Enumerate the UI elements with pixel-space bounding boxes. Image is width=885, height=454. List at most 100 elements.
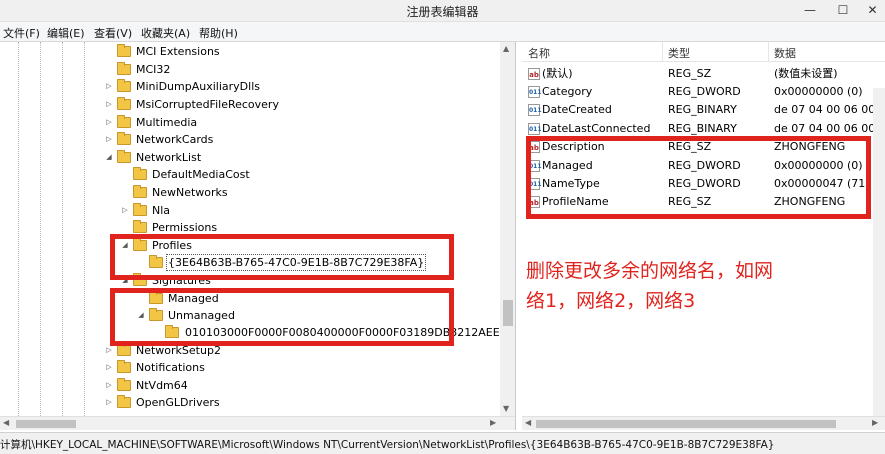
tree-item[interactable]: MCI32 — [0, 61, 500, 78]
value-name: (默认) — [542, 67, 573, 80]
highlight-box-signatures — [110, 288, 454, 346]
menu-view[interactable]: 查看(V) — [94, 25, 132, 41]
binary-value-icon: 011 — [528, 86, 542, 98]
tree-item[interactable]: NewNetworks — [0, 184, 500, 201]
tree-item-label: MCI Extensions — [136, 45, 220, 58]
title-bar: 注册表编辑器 — ☐ ✕ — [0, 0, 885, 22]
tree-item-label: MiniDumpAuxiliaryDlls — [136, 80, 260, 93]
folder-icon — [117, 44, 131, 57]
scroll-left-icon[interactable]: ◀ — [3, 418, 9, 427]
expander-icon[interactable]: ▷ — [104, 96, 114, 113]
folder-icon — [117, 115, 131, 128]
tree-item[interactable]: ▷ OpenGLDrivers — [0, 394, 500, 411]
tree-item[interactable]: ▷ Notifications — [0, 359, 500, 376]
tree-item-label: OpenGLDrivers — [136, 396, 220, 409]
menu-help[interactable]: 帮助(H) — [199, 25, 238, 41]
folder-icon — [117, 132, 131, 145]
tree-item-label: Multimedia — [136, 116, 198, 129]
tree-item[interactable]: ▷ NetworkCards — [0, 131, 500, 148]
tree-item-label: NtVdm64 — [136, 379, 188, 392]
highlight-box-values — [526, 136, 871, 219]
scroll-down-icon[interactable]: ▼ — [503, 404, 509, 413]
folder-icon — [117, 97, 131, 110]
tree-item-label: NetworkCards — [136, 133, 214, 146]
value-type: REG_SZ — [668, 67, 712, 80]
tree-item[interactable]: ▷ Nla — [0, 202, 500, 219]
folder-icon — [117, 79, 131, 92]
tree-item[interactable]: DefaultMediaCost — [0, 166, 500, 183]
expander-icon[interactable]: ▷ — [104, 359, 114, 376]
column-header-type[interactable]: 类型 — [668, 45, 690, 61]
value-data: (数值未设置) — [774, 67, 838, 80]
folder-open-icon — [117, 150, 131, 163]
annotation-line: 络1，网络2，网络3 — [526, 290, 696, 312]
tree-item-label: Nla — [152, 204, 171, 217]
folder-icon — [117, 62, 131, 75]
maximize-button[interactable]: ☐ — [828, 0, 858, 22]
tree-item[interactable]: ◢ NetworkList — [0, 149, 500, 166]
values-horizontal-scrollbar[interactable]: ◀ ▶ — [522, 416, 885, 430]
folder-icon — [133, 185, 147, 198]
tree-item[interactable]: ▷ Multimedia — [0, 114, 500, 131]
close-button[interactable]: ✕ — [860, 0, 885, 22]
column-header-name[interactable]: 名称 — [528, 45, 550, 61]
tree-horizontal-scrollbar[interactable]: ◀ ▶ — [0, 416, 515, 430]
expander-icon[interactable]: ▷ — [120, 202, 130, 219]
value-type: REG_BINARY — [668, 103, 737, 116]
scroll-thumb[interactable] — [503, 300, 513, 326]
folder-icon — [117, 378, 131, 391]
column-divider[interactable] — [768, 42, 769, 62]
folder-icon — [133, 220, 147, 233]
value-type: REG_DWORD — [668, 85, 741, 98]
string-value-icon: ab — [528, 68, 540, 80]
expander-icon[interactable]: ▷ — [104, 377, 114, 394]
tree-item[interactable]: ▷ MsiCorruptedFileRecovery — [0, 96, 500, 113]
tree-item-label: DefaultMediaCost — [152, 168, 250, 181]
scroll-right-icon[interactable]: ▶ — [490, 418, 496, 427]
registry-path: 计算机\HKEY_LOCAL_MACHINE\SOFTWARE\Microsof… — [0, 439, 775, 451]
tree-item-label: MCI32 — [136, 63, 171, 76]
scroll-left-icon[interactable]: ◀ — [525, 418, 531, 427]
tree-item[interactable]: ▷ NtVdm64 — [0, 377, 500, 394]
expander-icon[interactable]: ▷ — [104, 394, 114, 411]
tree-vertical-scrollbar[interactable]: ▲ ▼ — [500, 42, 515, 418]
menu-favorites[interactable]: 收藏夹(A) — [141, 25, 190, 41]
folder-icon — [133, 167, 147, 180]
status-bar: 计算机\HKEY_LOCAL_MACHINE\SOFTWARE\Microsof… — [0, 432, 885, 454]
tree-item-label: Notifications — [136, 361, 205, 374]
folder-icon — [133, 203, 147, 216]
scroll-thumb[interactable] — [16, 420, 76, 428]
menu-bar: 文件(F) 编辑(E) 查看(V) 收藏夹(A) 帮助(H) — [0, 22, 885, 42]
folder-icon — [117, 343, 131, 356]
tree-item[interactable]: MCI Extensions — [0, 43, 500, 60]
scroll-right-icon[interactable]: ▶ — [872, 418, 878, 427]
column-header-data[interactable]: 数据 — [774, 45, 796, 61]
expander-icon[interactable]: ▷ — [104, 114, 114, 131]
value-row[interactable]: ab (默认) REG_SZ (数值未设置) — [522, 65, 885, 83]
column-divider[interactable] — [662, 42, 663, 62]
value-name: Category — [542, 85, 593, 98]
menu-edit[interactable]: 编辑(E) — [47, 25, 85, 41]
highlight-box-profiles — [110, 234, 454, 280]
annotation-line: 删除更改多余的网络名，如网 — [526, 260, 774, 282]
value-row[interactable]: 011 Category REG_DWORD 0x00000000 (0) — [522, 83, 885, 101]
expander-icon[interactable]: ▷ — [104, 78, 114, 95]
tree-item[interactable]: ▷ MiniDumpAuxiliaryDlls — [0, 78, 500, 95]
value-data: de 07 04 00 06 00 1a — [774, 103, 885, 116]
binary-value-icon: 011 — [528, 104, 542, 116]
value-row[interactable]: 011 DateCreated REG_BINARY de 07 04 00 0… — [522, 101, 885, 119]
expander-icon[interactable]: ▷ — [104, 131, 114, 148]
annotation-note: 删除更改多余的网络名，如网 络1，网络2，网络3 — [526, 256, 876, 316]
minimize-button[interactable]: — — [795, 0, 825, 22]
value-name: DateCreated — [542, 103, 612, 116]
expander-icon[interactable]: ◢ — [104, 149, 114, 166]
list-header: 名称 类型 数据 — [522, 42, 885, 62]
folder-icon — [117, 360, 131, 373]
registry-values-pane: 名称 类型 数据 ab (默认) REG_SZ (数值未设置) 011 Cate… — [522, 42, 885, 430]
value-data: 0x00000000 (0) — [774, 85, 863, 98]
scroll-up-icon[interactable]: ▲ — [503, 44, 509, 53]
tree-item-label: NetworkList — [136, 151, 202, 164]
scroll-thumb[interactable] — [536, 420, 836, 428]
folder-icon — [117, 395, 131, 408]
menu-file[interactable]: 文件(F) — [3, 25, 40, 41]
